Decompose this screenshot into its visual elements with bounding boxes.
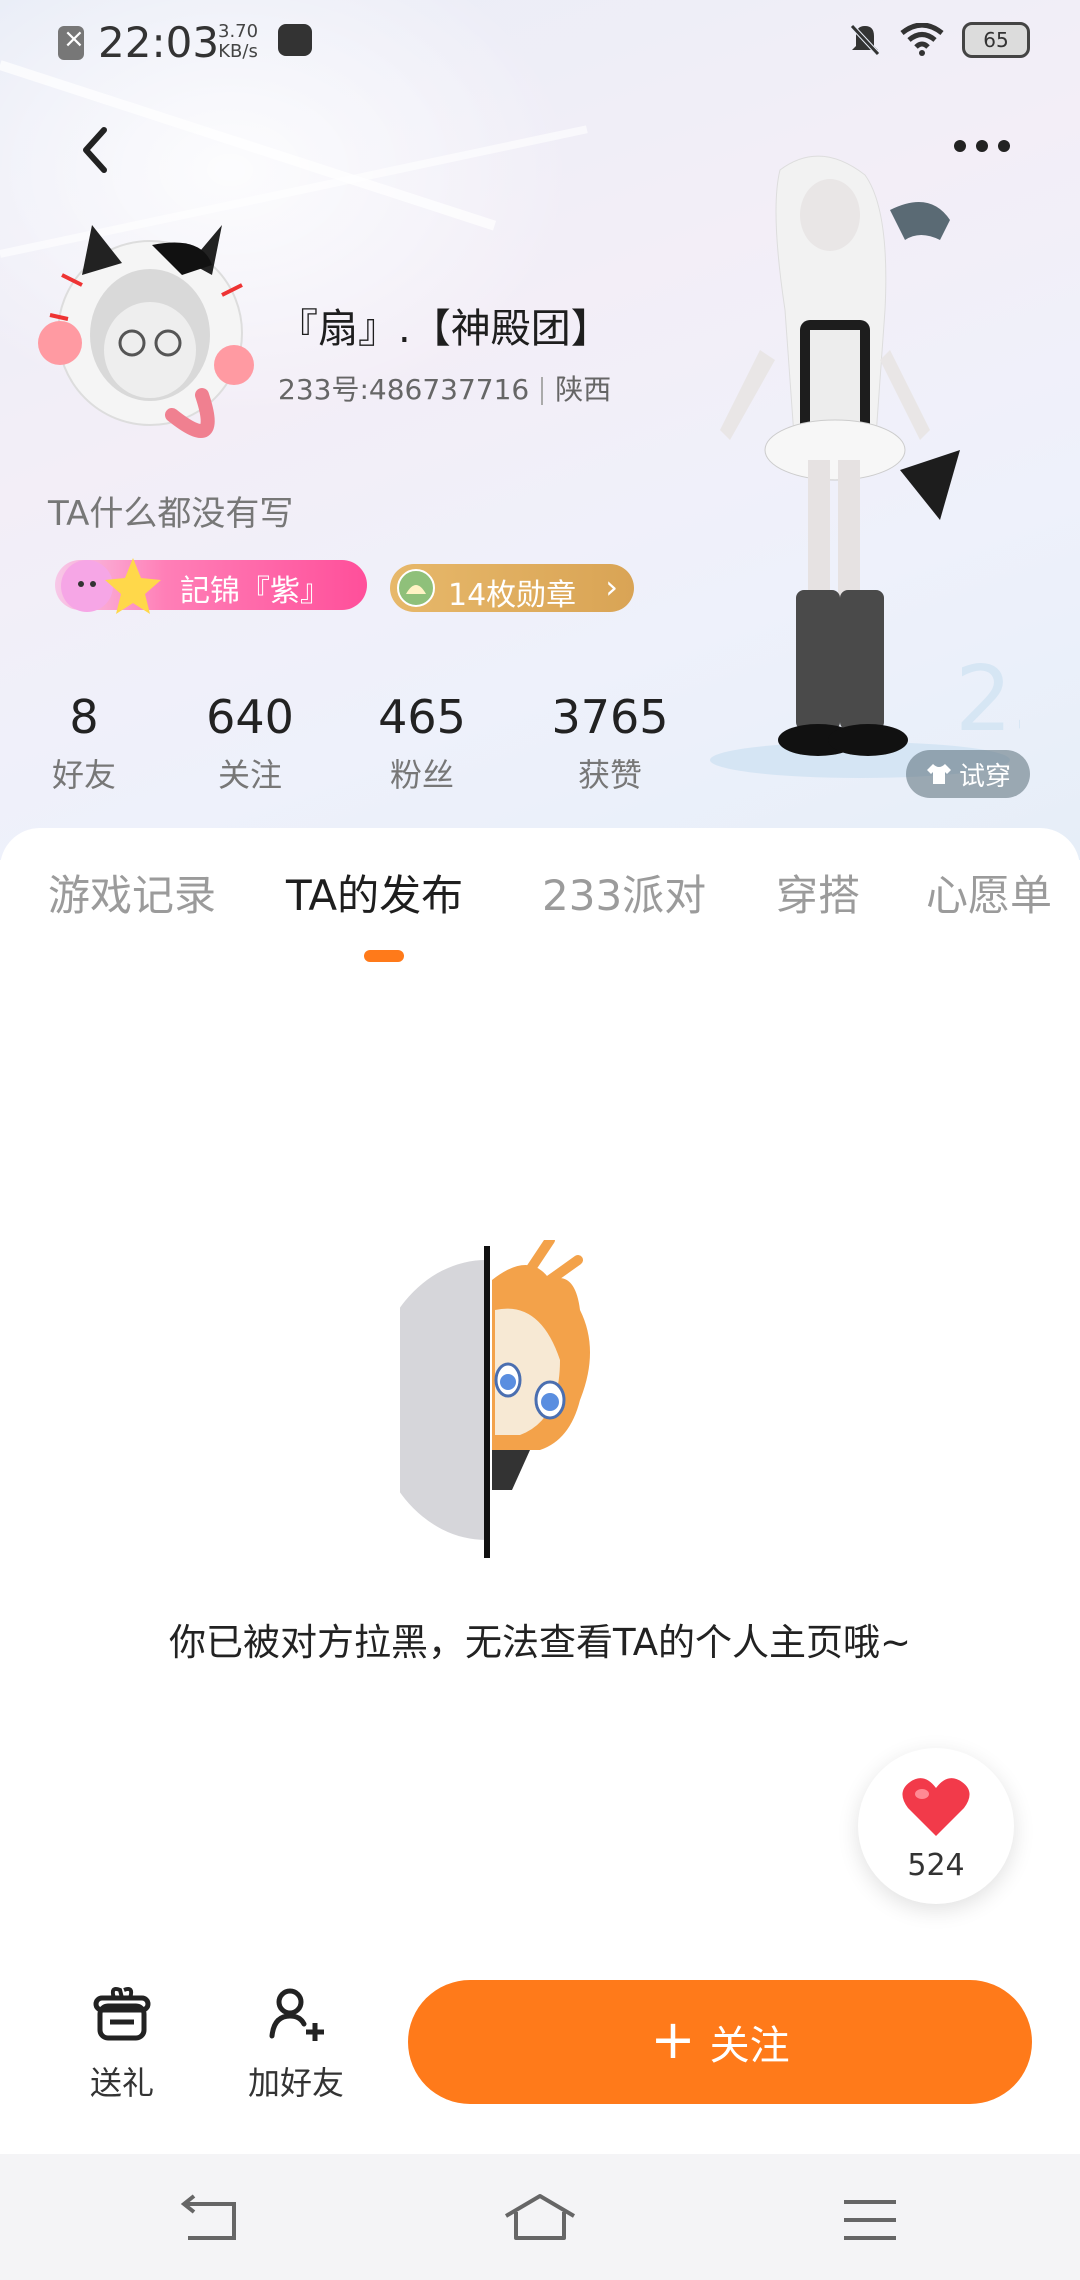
- like-count: 524: [907, 1848, 965, 1883]
- profile-stats: 8 好友 640 关注 465 粉丝 3765 获赞: [0, 690, 720, 810]
- try-on-button[interactable]: 试穿: [906, 750, 1030, 798]
- avatar-character[interactable]: 233: [700, 150, 1020, 780]
- gift-icon: [93, 1987, 151, 2041]
- medal-icon: [397, 569, 435, 607]
- medal-badge-label: 14枚勋章: [448, 578, 577, 613]
- profile-id: 233号:486737716: [278, 373, 530, 406]
- stat-following[interactable]: 640 关注: [190, 690, 310, 796]
- stat-followers[interactable]: 465 粉丝: [362, 690, 482, 796]
- title-badge-label: 記锦『紫』: [180, 574, 330, 609]
- tab-233-party[interactable]: 233派对: [542, 862, 706, 923]
- profile-nickname: 『扇』.【神殿团】: [278, 306, 611, 352]
- network-speed: 3.70 KB/s: [218, 21, 259, 62]
- tab-wishlist[interactable]: 心愿单: [926, 862, 1052, 923]
- gift-label: 送礼: [89, 2064, 154, 2102]
- plus-icon: +: [650, 2008, 696, 2071]
- profile-tabs: 游戏记录 TA的发布 233派对 穿搭 心愿单: [0, 862, 1080, 942]
- gift-button[interactable]: 送礼: [80, 1984, 164, 2104]
- more-icon[interactable]: [950, 126, 1020, 166]
- nav-back-icon[interactable]: [172, 2190, 252, 2250]
- chevron-right-icon: ›: [605, 568, 618, 606]
- heart-icon: [902, 1778, 970, 1836]
- add-friend-icon: [269, 1988, 324, 2041]
- svg-text:233: 233: [955, 647, 1020, 752]
- back-icon[interactable]: [68, 120, 128, 180]
- status-bar: 22:03 3.70 KB/s 65: [0, 0, 1080, 86]
- avatar[interactable]: [22, 215, 262, 455]
- title-badge[interactable]: 記锦『紫』: [55, 558, 367, 614]
- wifi-icon: [900, 23, 944, 56]
- active-tab-indicator: [364, 950, 404, 962]
- follow-button[interactable]: + 关注: [408, 1980, 1032, 2104]
- status-time: 22:03: [98, 18, 220, 67]
- tab-outfits[interactable]: 穿搭: [776, 862, 860, 923]
- app-notification-icon: [278, 24, 312, 56]
- stat-friends[interactable]: 8 好友: [44, 690, 124, 796]
- shirt-icon: [926, 764, 951, 784]
- add-friend-label: 加好友: [247, 2064, 344, 2102]
- like-button[interactable]: 524: [858, 1748, 1014, 1904]
- follow-label: 关注: [709, 2023, 790, 2069]
- profile-bio: TA什么都没有写: [48, 494, 294, 534]
- tab-game-records[interactable]: 游戏记录: [48, 862, 216, 923]
- blocked-illustration: [400, 1240, 590, 1558]
- medal-badge[interactable]: 14枚勋章 ›: [390, 564, 634, 613]
- profile-id-line: 233号:486737716 陕西: [278, 368, 611, 408]
- star-mascot-icon: [61, 558, 161, 614]
- system-navigation-bar: [0, 2154, 1080, 2280]
- mute-icon: [850, 24, 880, 56]
- tab-ta-posts[interactable]: TA的发布: [286, 862, 463, 923]
- notification-icon: [58, 24, 85, 60]
- blocked-message: 你已被对方拉黑，无法查看TA的个人主页哦~: [168, 1621, 912, 1664]
- profile-region: 陕西: [555, 373, 612, 406]
- add-friend-button[interactable]: 加好友: [244, 1984, 348, 2104]
- nav-menu-icon[interactable]: [830, 2190, 910, 2250]
- stat-likes[interactable]: 3765 获赞: [540, 690, 680, 796]
- nav-home-icon[interactable]: [500, 2190, 580, 2250]
- battery-indicator: 65: [962, 22, 1030, 58]
